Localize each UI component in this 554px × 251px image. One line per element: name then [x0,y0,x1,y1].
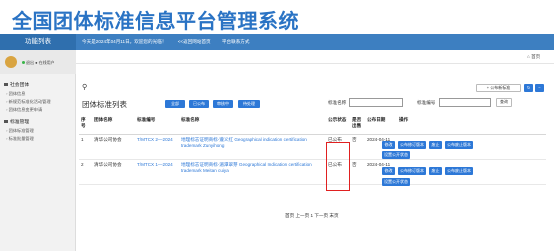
row-index: 1 [79,134,92,160]
list-title: 团体标准列表 [82,100,127,109]
abolish-button[interactable]: 废止 [429,141,442,149]
user-status[interactable]: 退出 ● 在线用户 [22,60,55,66]
standard-number-label: 标准编号 [417,100,436,105]
pagination[interactable]: 首页 上一页 1 下一页 末页 [285,213,339,219]
filter-pending-button[interactable]: 待处理 [238,100,260,108]
row-standard-number[interactable]: T/MTCX 2—2024 [135,134,179,160]
row-standard-number[interactable]: T/MTCX 1—2024 [135,159,179,185]
filter-reviewing-button[interactable]: 审核中 [213,100,233,108]
status-highlight-box [326,142,350,191]
location-pin-icon: ⚲ [82,84,88,91]
sidebar-item-group-info[interactable]: ◦ 团体信息 [6,91,25,97]
function-menu-title: 功能列表 [0,34,76,50]
folder-icon [4,120,8,123]
sidebar-item-change-request[interactable]: ◦ 团体信息变更申请 [6,107,42,113]
edit-button[interactable]: 修改 [382,167,395,175]
standard-number-input[interactable] [439,98,491,107]
table-row: 2 清华公司协会 T/MTCX 1—2024 地理标志证明商标-湄潭翠芽 Geo… [79,159,546,185]
publish-revision-button[interactable]: 公布修订版本 [398,141,426,149]
page-header [76,50,554,64]
search-button[interactable]: 查询 [496,98,512,107]
sidebar-item-standard-mgmt[interactable]: ◦ 团体标准管理 [6,128,34,134]
edit-button[interactable]: 修改 [382,141,395,149]
col-index: 序号 [79,115,92,135]
table-row: 1 清华公司协会 T/MTCX 2—2024 地理标志证明商标-遵义红 Geog… [79,134,546,160]
folder-icon [4,83,8,86]
set-public-status-button[interactable]: 设置公开状态 [382,151,410,159]
sidebar-group-society[interactable]: 社会团体 [4,81,29,88]
col-operations: 操作 [397,115,546,135]
col-standard-number: 标准编号 [135,115,179,135]
col-publish-date: 公布日期 [365,115,397,135]
contact-link[interactable]: 平台联系方式 [222,39,250,44]
standards-table: 序号 团体名称 标准编号 标准名称 公示状态 是否出售 公布日期 操作 1 清华… [79,115,546,185]
filter-all-button[interactable]: 全部 [165,100,185,108]
top-bar-info: 今天是2024年04月11日。欢迎您的光临！ <<返回网站首页 平台联系方式 [82,34,260,50]
col-publish-status: 公示状态 [326,115,350,135]
row-for-sale: 否 [350,134,365,160]
row-group-name: 清华公司协会 [92,134,135,160]
table-header-row: 序号 团体名称 标准编号 标准名称 公示状态 是否出售 公布日期 操作 [79,115,546,135]
row-group-name: 清华公司协会 [92,159,135,185]
abolish-button[interactable]: 废止 [429,167,442,175]
banner: 全国团体标准信息平台管理系统 [0,0,554,34]
home-link[interactable]: <<返回网站首页 [178,39,211,44]
row-for-sale: 否 [350,159,365,185]
publish-abolish-button[interactable]: 公布废止版本 [445,167,473,175]
row-standard-name[interactable]: 地理标志证明商标-遵义红 Geographical indication cer… [179,134,326,160]
avatar [5,56,17,68]
publish-revision-button[interactable]: 公布修订版本 [398,167,426,175]
sidebar-group-standards[interactable]: 标准管理 [4,118,29,125]
set-public-status-button[interactable]: 设置公开状态 [382,178,410,186]
publish-new-standard-button[interactable]: + 公布新标准 [476,84,521,92]
welcome-text: 今天是2024年04月11日。欢迎您的光临！ [82,39,167,44]
publish-abolish-button[interactable]: 公布废止版本 [445,141,473,149]
standard-name-input[interactable] [349,98,403,107]
app-title: 全国团体标准信息平台管理系统 [12,9,299,33]
home-button[interactable]: ⌂ 首页 [527,54,540,60]
sidebar-item-activity-mgmt[interactable]: ◦ 新规范标准化活动管理 [6,99,51,105]
col-group-name: 团体名称 [92,115,135,135]
standard-name-label: 标准名称 [328,100,347,105]
col-for-sale: 是否出售 [350,115,365,135]
row-standard-name[interactable]: 地理标志证明商标-湄潭翠芽 Geographical Indication ce… [179,159,326,185]
refresh-icon[interactable]: ↻ [524,84,533,92]
minus-icon[interactable]: − [535,84,544,92]
col-standard-name: 标准名称 [179,115,326,135]
filter-published-button[interactable]: 已公布 [189,100,209,108]
sidebar-item-batch-mgmt[interactable]: ◦ 标准批量管理 [6,136,34,142]
row-index: 2 [79,159,92,185]
